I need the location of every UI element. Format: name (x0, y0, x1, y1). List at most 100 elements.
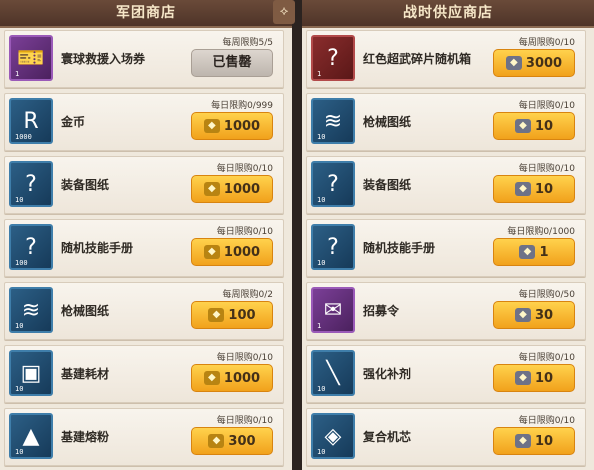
equipment-blueprint-icon[interactable]: ? 10 (9, 161, 53, 207)
buy-button[interactable]: ◆ 1000 (191, 112, 273, 140)
item-quantity: 10 (15, 196, 24, 204)
price-label: 30 (534, 307, 554, 323)
shop-row[interactable]: ✉ 1 招募令 每日限购0/50 ◆ 30 (306, 282, 586, 340)
purchase-limit: 每日限购0/10 (518, 416, 575, 426)
shop-row[interactable]: ▣ 10 基建耗材 每日限购0/10 ◆ 1000 (4, 345, 284, 403)
shop-row[interactable]: ? 1 红色超武碎片随机箱 每周限购0/10 ◆ 3000 (306, 30, 586, 88)
equipment-blueprint-icon[interactable]: ? 10 (311, 161, 355, 207)
shop-row[interactable]: ≋ 10 枪械图纸 每日限购0/10 ◆ 10 (306, 93, 586, 151)
sold-out-button: 已售罄 (191, 49, 273, 77)
currency-icon: ◆ (519, 245, 536, 259)
shop-row[interactable]: ╲ 10 强化补剂 每日限购0/10 ◆ 10 (306, 345, 586, 403)
enhancement-syringe-icon[interactable]: ╲ 10 (311, 350, 355, 396)
price-label: 10 (534, 181, 554, 197)
recruit-order-icon[interactable]: ✉ 1 (311, 287, 355, 333)
item-name: 复合机芯 (363, 430, 412, 444)
composite-core-icon[interactable]: ◈ 10 (311, 413, 355, 459)
corner-tab-icon[interactable]: ⟡ (273, 0, 295, 24)
shop-row[interactable]: ≋ 10 枪械图纸 每周限购0/2 ◆ 100 (4, 282, 284, 340)
firearm-blueprint-icon[interactable]: ≋ 10 (311, 98, 355, 144)
price-label: 10 (534, 118, 554, 134)
currency-icon: ◆ (514, 434, 531, 448)
item-name: 招募令 (363, 304, 400, 318)
buy-button[interactable]: ◆ 10 (493, 427, 575, 455)
item-name: 寰球救援入场券 (61, 52, 146, 66)
item-name: 随机技能手册 (363, 241, 436, 255)
currency-icon: ◆ (208, 308, 225, 322)
item-name: 基建熔粉 (61, 430, 110, 444)
item-name: 红色超武碎片随机箱 (363, 52, 472, 66)
buy-button[interactable]: ◆ 300 (191, 427, 273, 455)
buy-button[interactable]: ◆ 30 (493, 301, 575, 329)
price-label: 100 (228, 307, 256, 323)
item-name: 金币 (61, 115, 86, 129)
shop-row[interactable]: ? 10 装备图纸 每日限购0/10 ◆ 1000 (4, 156, 284, 214)
legion-shop-items: 🎫 1 寰球救援入场券 每周限购5/5 已售罄 R 1000 金币 每日限购0/999 ◆ 1000… (4, 30, 284, 470)
wartime-supply-shop-items: ? 1 红色超武碎片随机箱 每周限购0/10 ◆ 3000 ≋ 10 枪械图纸 每日限购0/10 ◆… (306, 30, 586, 470)
item-quantity: 10 (15, 448, 24, 456)
purchase-limit: 每日限购0/10 (216, 416, 273, 426)
shop-row[interactable]: ◈ 10 复合机芯 每日限购0/10 ◆ 10 (306, 408, 586, 466)
currency-icon: ◆ (208, 434, 225, 448)
buy-button[interactable]: ◆ 1000 (191, 364, 273, 392)
price-label: 1000 (223, 244, 261, 260)
item-quantity: 10 (317, 196, 326, 204)
shop-row[interactable]: 🎫 1 寰球救援入场券 每周限购5/5 已售罄 (4, 30, 284, 88)
buy-button[interactable]: ◆ 10 (493, 175, 575, 203)
purchase-limit: 每日限购0/10 (216, 227, 273, 237)
gold-coin-icon[interactable]: R 1000 (9, 98, 53, 144)
purchase-limit: 每周限购0/2 (222, 290, 274, 300)
item-quantity: 1 (15, 70, 20, 78)
item-quantity: 1 (317, 322, 322, 330)
item-name: 强化补剂 (363, 367, 412, 381)
currency-icon: ◆ (514, 308, 531, 322)
currency-icon: ◆ (203, 119, 220, 133)
construction-material-icon[interactable]: ▣ 10 (9, 350, 53, 396)
legion-shop-panel: 军团商店 🎫 1 寰球救援入场券 每周限购5/5 已售罄 R 1000 金币 每日限购0/999… (0, 0, 292, 470)
buy-button[interactable]: ◆ 1 (493, 238, 575, 266)
buy-button[interactable]: ◆ 1000 (191, 238, 273, 266)
price-label: 3000 (525, 55, 563, 71)
firearm-blueprint-icon[interactable]: ≋ 10 (9, 287, 53, 333)
shop-row[interactable]: ? 10 随机技能手册 每日限购0/1000 ◆ 1 (306, 219, 586, 277)
currency-icon: ◆ (203, 371, 220, 385)
price-label: 300 (228, 433, 256, 449)
item-quantity: 10 (15, 322, 24, 330)
shop-row[interactable]: ▲ 10 基建熔粉 每日限购0/10 ◆ 300 (4, 408, 284, 466)
purchase-limit: 每日限购0/10 (518, 353, 575, 363)
buy-button[interactable]: ◆ 100 (191, 301, 273, 329)
item-quantity: 1000 (15, 133, 32, 141)
buy-button[interactable]: ◆ 10 (493, 364, 575, 392)
shop-row[interactable]: R 1000 金币 每日限购0/999 ◆ 1000 (4, 93, 284, 151)
skill-manual-icon[interactable]: ? 100 (9, 224, 53, 270)
purchase-limit: 每日限购0/999 (211, 101, 273, 111)
shop-row[interactable]: ? 10 装备图纸 每日限购0/10 ◆ 10 (306, 156, 586, 214)
construction-powder-icon[interactable]: ▲ 10 (9, 413, 53, 459)
price-label: 1000 (223, 181, 261, 197)
item-quantity: 10 (317, 133, 326, 141)
item-name: 装备图纸 (363, 178, 412, 192)
skill-manual-icon[interactable]: ? 10 (311, 224, 355, 270)
ticket-icon[interactable]: 🎫 1 (9, 35, 53, 81)
price-label: 10 (534, 433, 554, 449)
buy-button[interactable]: ◆ 1000 (191, 175, 273, 203)
purchase-limit: 每日限购0/10 (518, 164, 575, 174)
item-quantity: 10 (317, 448, 326, 456)
item-name: 基建耗材 (61, 367, 110, 381)
item-quantity: 10 (317, 259, 326, 267)
purchase-limit: 每周限购5/5 (222, 38, 274, 48)
shop-row[interactable]: ? 100 随机技能手册 每日限购0/10 ◆ 1000 (4, 219, 284, 277)
item-name: 随机技能手册 (61, 241, 134, 255)
buy-button[interactable]: ◆ 10 (493, 112, 575, 140)
item-quantity: 1 (317, 70, 322, 78)
item-name: 枪械图纸 (363, 115, 412, 129)
purchase-limit: 每日限购0/10 (216, 353, 273, 363)
purchase-limit: 每日限购0/1000 (507, 227, 575, 237)
item-quantity: 10 (317, 385, 326, 393)
red-weapon-chest-icon[interactable]: ? 1 (311, 35, 355, 81)
item-name: 枪械图纸 (61, 304, 110, 318)
item-name: 装备图纸 (61, 178, 110, 192)
currency-icon: ◆ (203, 182, 220, 196)
currency-icon: ◆ (505, 56, 522, 70)
buy-button[interactable]: ◆ 3000 (493, 49, 575, 77)
